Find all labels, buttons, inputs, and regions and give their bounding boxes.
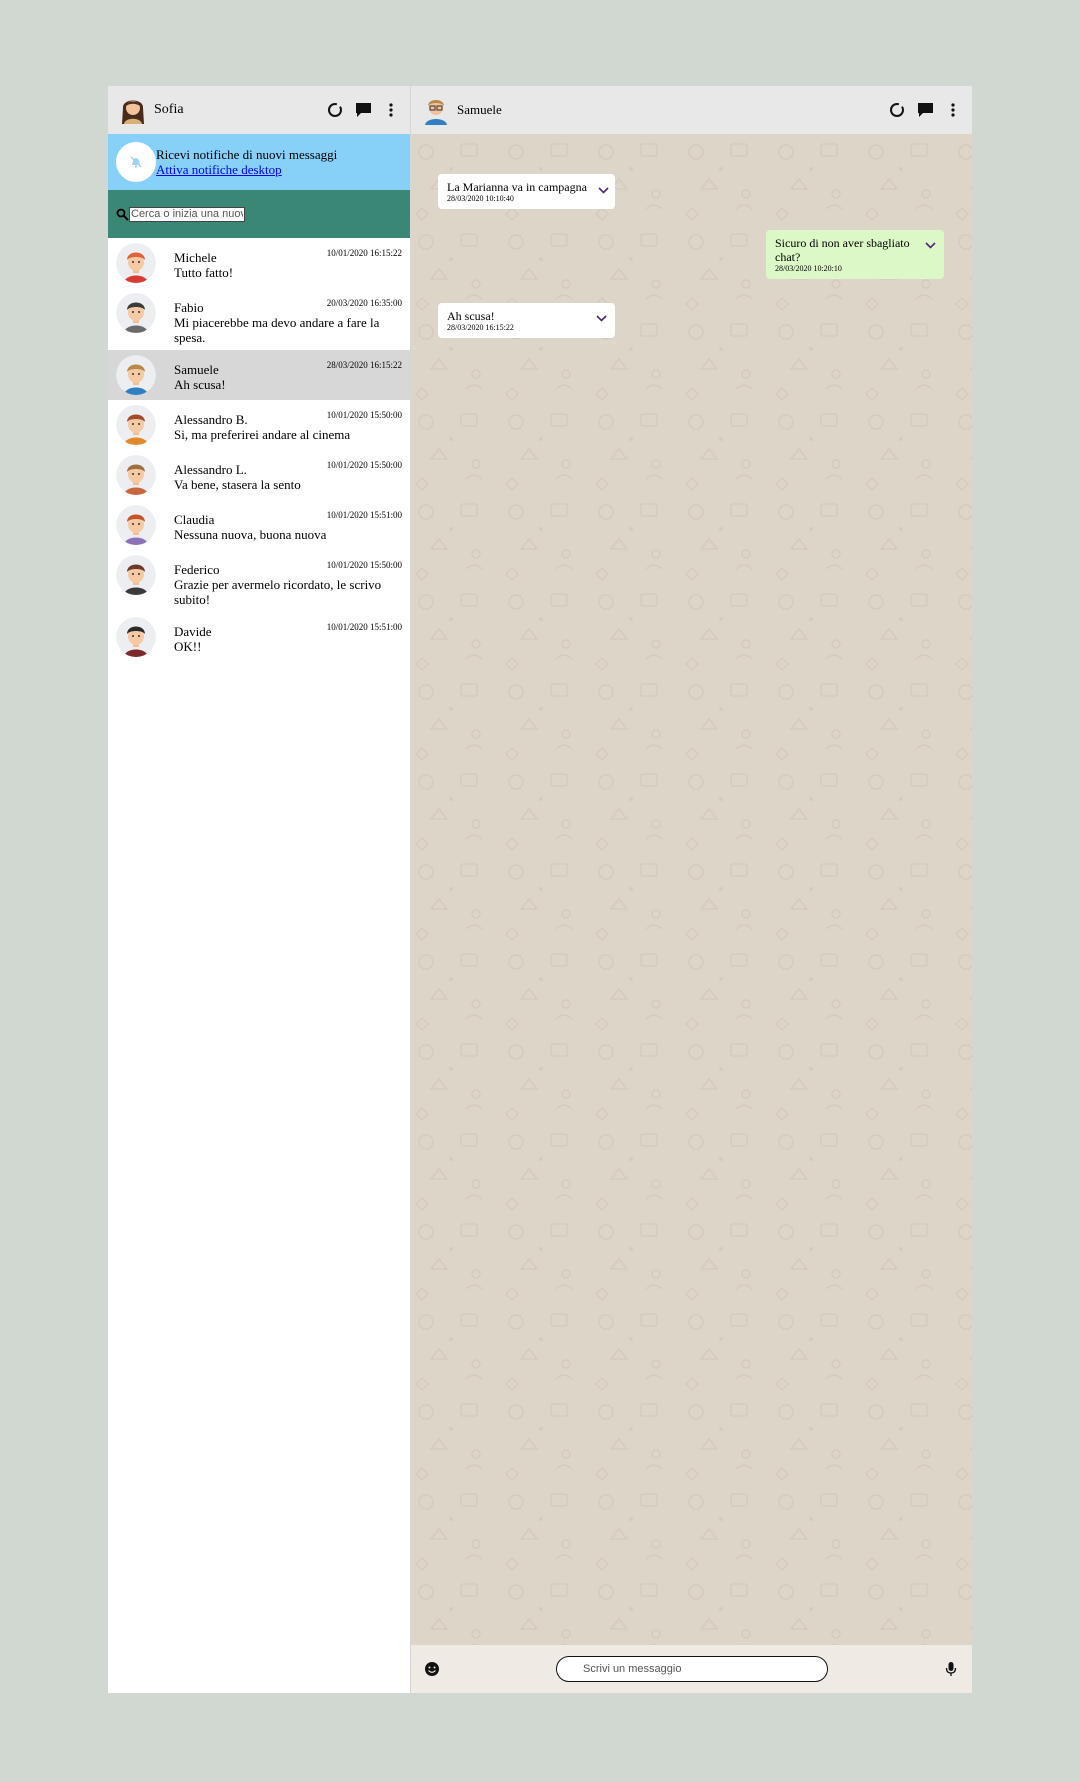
- user-avatar[interactable]: [118, 93, 148, 127]
- menu-icon[interactable]: [944, 101, 962, 119]
- chat-timestamp: 10/01/2020 16:15:22: [326, 248, 402, 258]
- status-icon[interactable]: [888, 101, 906, 119]
- chat-last-message: Mi piacerebbe ma devo andare a fare la s…: [174, 315, 380, 345]
- new-chat-icon[interactable]: [354, 101, 372, 119]
- conversation-header: Samuele: [411, 86, 972, 134]
- enable-notifications-link[interactable]: Attiva notifiche desktop: [156, 162, 282, 177]
- message-bubble-incoming[interactable]: La Marianna va in campagna 28/03/2020 10…: [438, 174, 615, 209]
- chat-timestamp: 10/01/2020 15:51:00: [326, 622, 402, 632]
- contact-avatar: [116, 405, 156, 445]
- wallpaper-pattern: [411, 134, 972, 1645]
- search-input[interactable]: [129, 206, 245, 222]
- conversation-pane: Samuele La Marianna va in campagna 28/03…: [411, 86, 972, 1693]
- sidebar-header: Sofia: [108, 86, 410, 134]
- chat-list-item[interactable]: Fabio Mi piacerebbe ma devo andare a fare…: [108, 288, 410, 350]
- contact-avatar: [116, 243, 156, 283]
- contact-name: Samuele: [457, 102, 502, 117]
- chat-list-item[interactable]: Davide OK!! 10/01/2020 15:51:00: [108, 612, 410, 662]
- message-time: 28/03/2020 16:15:22: [447, 323, 514, 332]
- contact-avatar: [116, 355, 156, 395]
- whatsapp-app: Sofia Ricevi notifiche di nuovi messaggi…: [108, 86, 972, 1693]
- chat-last-message: OK!!: [174, 639, 202, 654]
- chat-timestamp: 10/01/2020 15:50:00: [326, 560, 402, 570]
- chat-last-message: Grazie per avermelo ricordato, le scrivo…: [174, 577, 382, 607]
- search-icon: [116, 208, 129, 221]
- contact-avatar[interactable]: [421, 93, 451, 127]
- chat-list-item[interactable]: Michele Tutto fatto! 10/01/2020 16:15:22: [108, 238, 410, 288]
- chat-last-message: Tutto fatto!: [174, 265, 234, 280]
- chat-timestamp: 10/01/2020 15:51:00: [326, 510, 402, 520]
- message-text: Ah scusa!: [447, 309, 495, 323]
- user-name: Sofia: [154, 102, 184, 117]
- chat-last-message: Ah scusa!: [174, 377, 226, 392]
- contact-avatar: [116, 455, 156, 495]
- chat-timestamp: 10/01/2020 15:50:00: [326, 460, 402, 470]
- message-text: La Marianna va in campagna: [447, 180, 587, 194]
- message-composer: [411, 1645, 972, 1693]
- sidebar: Sofia Ricevi notifiche di nuovi messaggi…: [108, 86, 411, 1693]
- chevron-down-icon[interactable]: [596, 311, 607, 325]
- chat-list-item[interactable]: Samuele Ah scusa! 28/03/2020 16:15:22: [108, 350, 410, 400]
- chat-list-item[interactable]: Alessandro B. Si, ma preferirei andare al…: [108, 400, 410, 450]
- emoji-icon[interactable]: [423, 1660, 441, 1678]
- message-area[interactable]: La Marianna va in campagna 28/03/2020 10…: [411, 134, 972, 1645]
- chat-timestamp: 10/01/2020 15:50:00: [326, 410, 402, 420]
- contact-avatar: [116, 505, 156, 545]
- notification-title: Ricevi notifiche di nuovi messaggi: [156, 147, 338, 162]
- notification-banner: Ricevi notifiche di nuovi messaggi Attiv…: [108, 134, 410, 190]
- message-input[interactable]: [556, 1656, 828, 1682]
- contact-avatar: [116, 617, 156, 657]
- contact-avatar: [116, 293, 156, 333]
- chat-timestamp: 20/03/2020 16:35:00: [326, 298, 402, 308]
- chat-list-item[interactable]: Federico Grazie per avermelo ricordato, l…: [108, 550, 410, 612]
- chat-list-item[interactable]: Claudia Nessuna nuova, buona nuova 10/01/2…: [108, 500, 410, 550]
- message-time: 28/03/2020 10:10:40: [447, 194, 514, 203]
- search-bar: [108, 190, 410, 238]
- microphone-icon[interactable]: [942, 1660, 960, 1678]
- chat-list: Michele Tutto fatto! 10/01/2020 16:15:22 Fa…: [108, 238, 410, 1693]
- chat-icon[interactable]: [916, 101, 934, 119]
- chat-last-message: Va bene, stasera la sento: [174, 477, 301, 492]
- message-bubble-outgoing[interactable]: Sicuro di non aver sbagliato chat? 28/03…: [766, 230, 944, 279]
- menu-icon[interactable]: [382, 101, 400, 119]
- message-bubble-incoming[interactable]: Ah scusa! 28/03/2020 16:15:22: [438, 303, 615, 338]
- chat-last-message: Nessuna nuova, buona nuova: [174, 527, 327, 542]
- message-time: 28/03/2020 10:20:10: [775, 264, 842, 273]
- chevron-down-icon[interactable]: [925, 238, 936, 252]
- chevron-down-icon[interactable]: [598, 183, 609, 197]
- contact-avatar: [116, 555, 156, 595]
- status-icon[interactable]: [326, 101, 344, 119]
- chat-timestamp: 28/03/2020 16:15:22: [326, 360, 402, 370]
- chat-last-message: Si, ma preferirei andare al cinema: [174, 427, 351, 442]
- chat-list-item[interactable]: Alessandro L. Va bene, stasera la sento 10…: [108, 450, 410, 500]
- bell-off-icon: [116, 142, 156, 182]
- message-text: Sicuro di non aver sbagliato chat?: [775, 236, 910, 264]
